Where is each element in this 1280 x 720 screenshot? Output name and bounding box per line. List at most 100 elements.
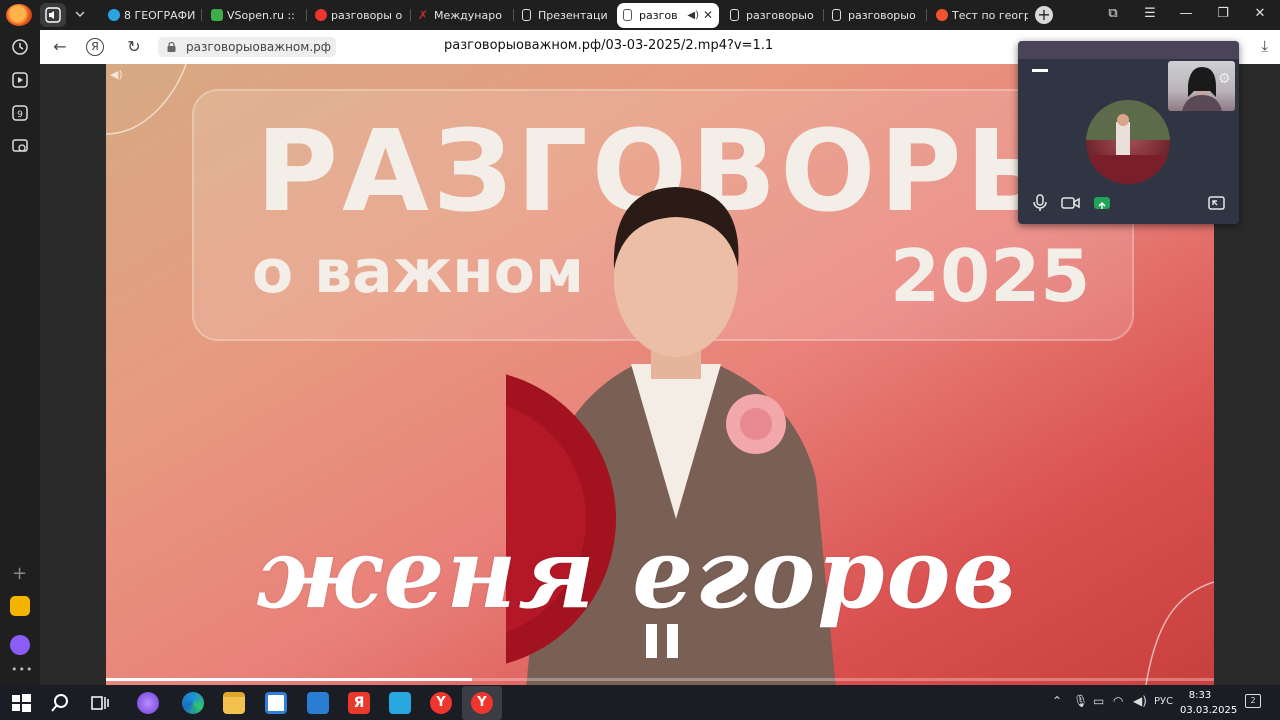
- site-domain-pill[interactable]: разговорыоважном.рф: [158, 37, 336, 57]
- edge-browser-icon[interactable]: [182, 692, 204, 714]
- pause-button[interactable]: [644, 624, 680, 662]
- playback-progress-bar[interactable]: [106, 678, 1214, 681]
- browser-tab[interactable]: VSopen.ru ::: [205, 3, 305, 28]
- download-icon[interactable]: ⤓: [1261, 37, 1268, 55]
- notification-count: 2: [1250, 696, 1256, 705]
- tab-label: 8 ГЕОГРАФИ: [124, 9, 196, 22]
- browser-tab[interactable]: разговорыо: [826, 3, 924, 28]
- chevron-down-icon: [75, 11, 85, 18]
- tray-wifi-icon[interactable]: ◠: [1113, 694, 1123, 708]
- browser-tab[interactable]: разговоры о: [309, 3, 409, 28]
- clock-time: 8:33: [1188, 690, 1212, 701]
- mail-app-icon[interactable]: [307, 692, 329, 714]
- yandex-icon: [315, 9, 327, 21]
- tab-label: разговоры о: [331, 9, 403, 22]
- participant-photo: [1086, 100, 1170, 184]
- tray-volume-icon[interactable]: ◀): [1133, 694, 1147, 708]
- alice-assistant-icon[interactable]: [10, 635, 30, 655]
- search-icon[interactable]: [49, 692, 71, 714]
- call-window-titlebar[interactable]: [1018, 41, 1239, 59]
- screen: 8 ГЕОГРАФИ VSopen.ru :: разговоры о ✗ Ме…: [0, 0, 1280, 720]
- browser-tab[interactable]: Презентаци: [516, 3, 612, 28]
- domain-text: разговорыоважном.рф: [186, 40, 332, 54]
- tray-expand-icon[interactable]: ⌃: [1052, 694, 1062, 708]
- windows-taskbar: Я Y Y ⌃ 🎙︎ ▭ ◠ ◀) РУС 8:33 03.03.2025 2: [0, 685, 1280, 720]
- minimize-icon[interactable]: —: [1176, 6, 1196, 21]
- browser-tab[interactable]: 8 ГЕОГРАФИ: [102, 3, 198, 28]
- yandex-app-icon[interactable]: Я: [348, 692, 370, 714]
- svg-text:9: 9: [17, 110, 23, 120]
- document-icon: [832, 9, 841, 21]
- browser-tab[interactable]: разговорыо: [724, 3, 822, 28]
- windows-start-icon[interactable]: [10, 692, 32, 714]
- alice-icon[interactable]: [137, 692, 159, 714]
- browser-tab-active[interactable]: разгов ◀) ✕: [617, 3, 719, 28]
- document-icon: [623, 9, 632, 21]
- document-icon: [522, 9, 531, 21]
- tab-label: разговорыо: [746, 9, 814, 22]
- tray-mic-icon[interactable]: 🎙︎: [1073, 694, 1088, 708]
- tab-label: разговорыо: [848, 9, 916, 22]
- new-tab-button[interactable]: +: [1035, 6, 1053, 24]
- url-field[interactable]: разговорыоважном.рф/03-03-2025/2.mp4?v=1…: [444, 38, 773, 53]
- playback-progress-fill: [106, 678, 472, 681]
- browser-tab[interactable]: Тест по геогр: [930, 3, 1028, 28]
- close-window-icon[interactable]: ✕: [1250, 6, 1270, 21]
- restore-icon[interactable]: ❐: [1213, 6, 1233, 21]
- tab-label: Тест по геогр: [952, 9, 1028, 22]
- tray-battery-icon[interactable]: ▭: [1093, 694, 1104, 708]
- yandex-search-icon[interactable]: Я: [86, 38, 104, 56]
- remote-participant-avatar: [1086, 100, 1170, 184]
- telegram-icon: [108, 9, 120, 21]
- system-clock[interactable]: 8:33 03.03.2025: [1180, 688, 1238, 718]
- yandex-browser-logo-icon[interactable]: [6, 4, 32, 26]
- site-icon: ✗: [418, 8, 429, 22]
- speaker-icon[interactable]: ◀): [687, 3, 699, 28]
- history-icon[interactable]: [11, 38, 29, 56]
- tab-label: VSopen.ru ::: [227, 9, 295, 22]
- microphone-icon[interactable]: [1030, 194, 1050, 212]
- browser-tab-strip: 8 ГЕОГРАФИ VSopen.ru :: разговоры о ✗ Ме…: [0, 0, 1280, 30]
- call-menu-indicator[interactable]: [1032, 69, 1048, 72]
- tab-label: разгов: [639, 9, 678, 22]
- tab-sound-button[interactable]: [40, 3, 66, 27]
- browser-sidebar: 9 + •••: [0, 30, 40, 685]
- volume-icon[interactable]: ◀): [110, 68, 126, 82]
- tab-collections-icon[interactable]: ⧉: [1103, 6, 1123, 21]
- reload-icon[interactable]: ↻: [124, 37, 144, 57]
- test-site-icon: [936, 9, 948, 21]
- language-indicator[interactable]: РУС: [1154, 696, 1173, 707]
- messenger-icon[interactable]: [389, 692, 411, 714]
- file-explorer-icon[interactable]: [223, 692, 245, 714]
- decorative-curve: [1145, 581, 1214, 685]
- yandex-browser-icon[interactable]: Y: [430, 692, 452, 714]
- menu-icon[interactable]: ☰: [1140, 6, 1160, 21]
- lock-icon: [167, 42, 176, 52]
- exit-fullscreen-icon[interactable]: [1207, 194, 1227, 212]
- back-icon[interactable]: ←: [50, 37, 70, 57]
- speaker-icon: [45, 7, 61, 23]
- screenshot-icon[interactable]: [11, 137, 29, 155]
- counter-icon[interactable]: 9: [11, 104, 29, 122]
- settings-gear-icon[interactable]: ⚙: [1218, 71, 1234, 87]
- document-icon: [730, 9, 739, 21]
- video-year: 2025: [890, 234, 1091, 318]
- screen-share-icon[interactable]: [1094, 197, 1110, 209]
- more-icon[interactable]: •••: [11, 663, 33, 676]
- browser-tab[interactable]: ✗ Междунаро: [412, 3, 512, 28]
- clock-date: 03.03.2025: [1180, 705, 1238, 716]
- notifications-icon[interactable]: 2: [1245, 694, 1261, 708]
- add-panel-icon[interactable]: +: [12, 563, 27, 584]
- vsopen-icon: [211, 9, 223, 21]
- tab-label: Междунаро: [434, 9, 502, 22]
- yandex-browser-active-icon[interactable]: Y: [471, 692, 493, 714]
- tabs-menu-button[interactable]: [68, 3, 92, 27]
- video-call-window[interactable]: ⚙: [1018, 41, 1239, 224]
- mail-icon[interactable]: [10, 596, 30, 616]
- task-view-icon[interactable]: [89, 692, 111, 714]
- video-icon[interactable]: [11, 71, 29, 89]
- tab-label: Презентаци: [538, 9, 608, 22]
- close-icon[interactable]: ✕: [703, 3, 713, 28]
- store-icon[interactable]: [265, 692, 287, 714]
- camera-icon[interactable]: [1061, 194, 1081, 212]
